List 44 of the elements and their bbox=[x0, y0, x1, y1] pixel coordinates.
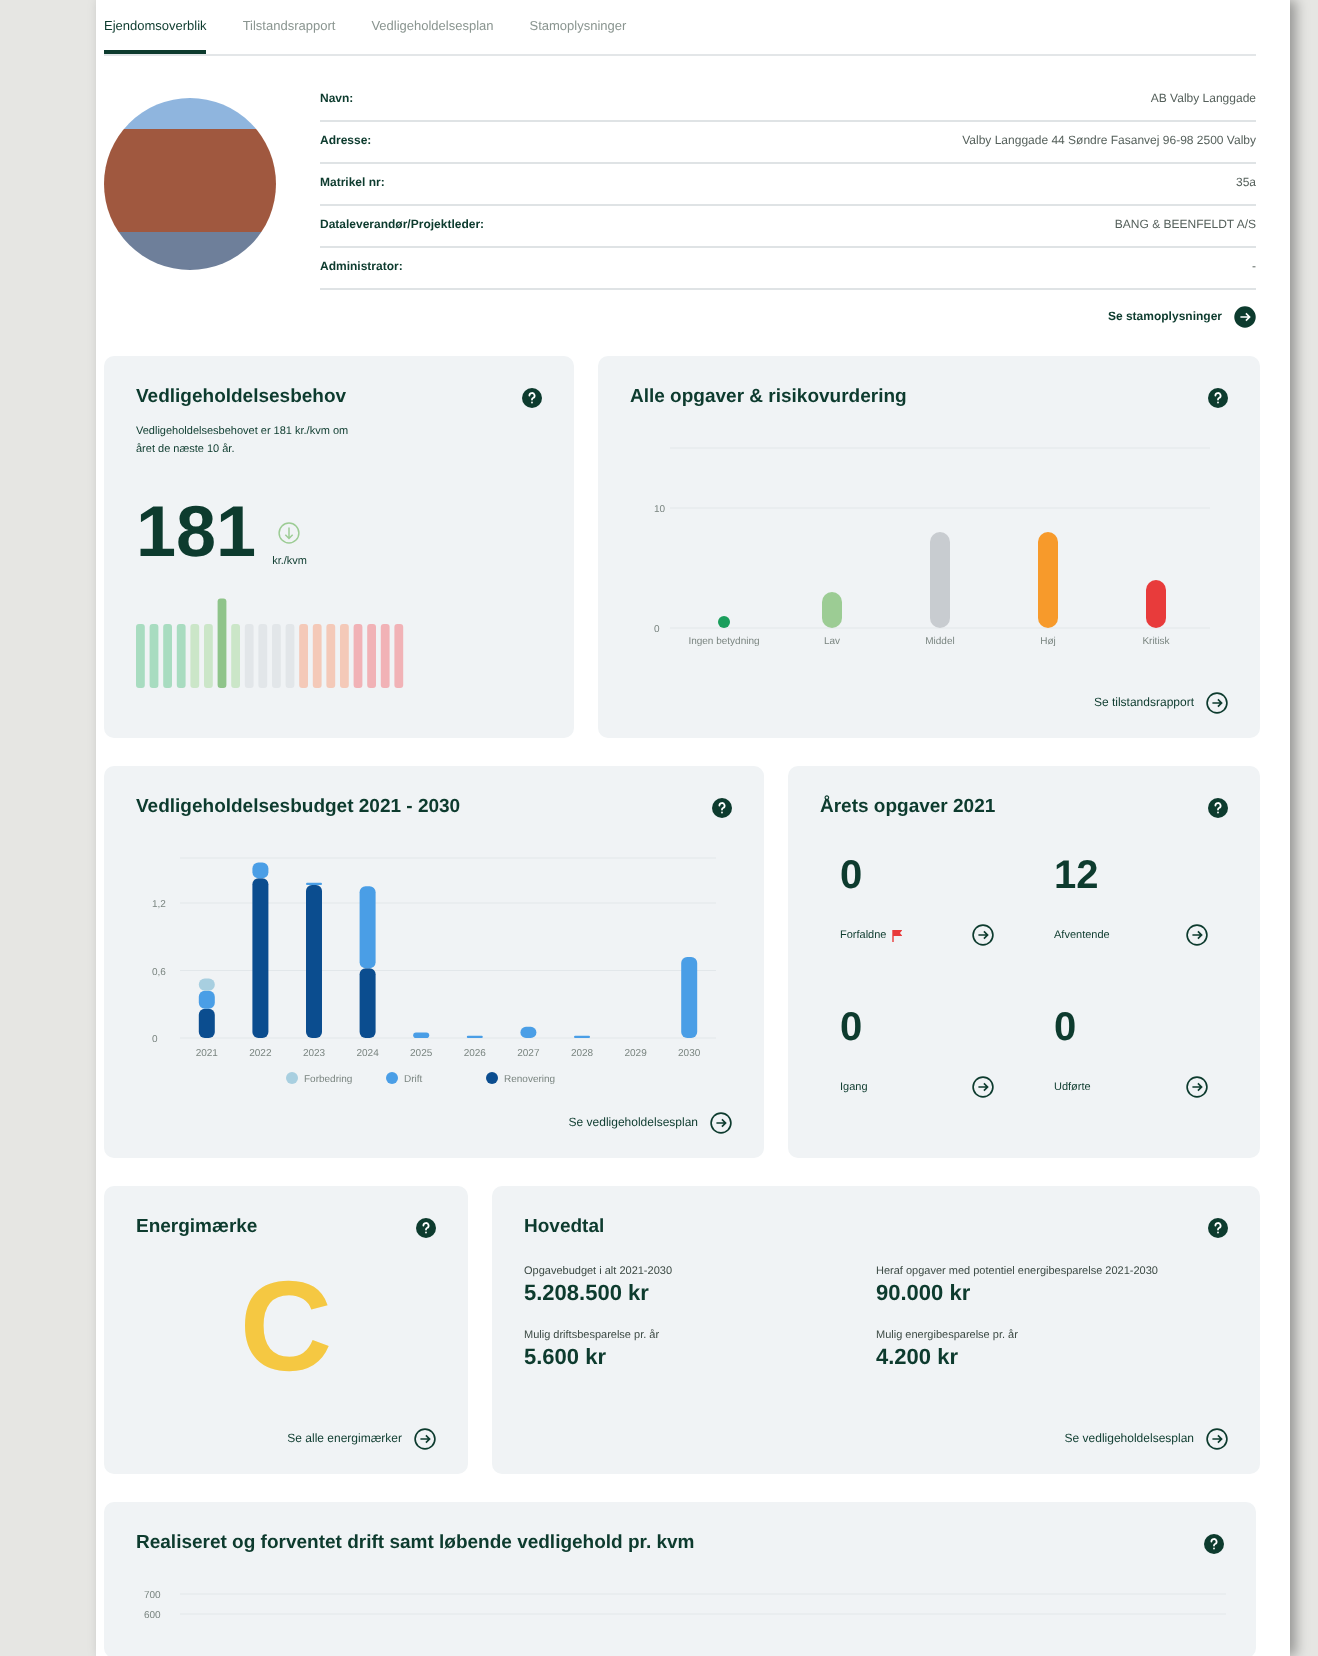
help-icon[interactable] bbox=[1204, 1533, 1224, 1553]
help-icon[interactable] bbox=[522, 387, 542, 407]
bar-segment bbox=[681, 957, 698, 1038]
card-title: Vedligeholdelsesbehov bbox=[136, 386, 347, 408]
arrow-down-icon bbox=[278, 521, 301, 544]
bar bbox=[1038, 532, 1058, 628]
task-count: 12 bbox=[1054, 854, 1101, 900]
energy-grade: C bbox=[237, 1262, 335, 1390]
help-icon[interactable] bbox=[712, 797, 732, 817]
help-icon[interactable] bbox=[1208, 797, 1228, 817]
card-title: Vedligeholdelsesbudget 2021 - 2030 bbox=[136, 796, 461, 818]
arrow-right-icon[interactable] bbox=[1234, 306, 1256, 328]
card-title: Årets opgaver 2021 bbox=[820, 796, 996, 818]
bar bbox=[1146, 580, 1166, 628]
task-count: 0 bbox=[840, 854, 865, 900]
arrow-right-icon[interactable] bbox=[1206, 1428, 1228, 1450]
bar bbox=[930, 532, 950, 628]
big-number: 181 bbox=[136, 495, 257, 568]
card-title: Realiseret og forventet drift samt løbende vedligehold pr. kvm bbox=[136, 1532, 695, 1554]
bar bbox=[718, 616, 730, 628]
arrow-right-icon[interactable] bbox=[972, 924, 994, 946]
help-icon[interactable] bbox=[1208, 1217, 1228, 1237]
arrow-right-icon[interactable] bbox=[1206, 692, 1228, 714]
figure-value: 5.600 kr bbox=[524, 1346, 608, 1370]
task-count: 0 bbox=[1054, 1006, 1079, 1052]
arrow-right-icon[interactable] bbox=[1186, 1076, 1208, 1098]
card-title: Alle opgaver & risikovurdering bbox=[630, 386, 907, 408]
bar bbox=[822, 592, 842, 628]
arrow-right-icon[interactable] bbox=[972, 1076, 994, 1098]
card-title: Energimærke bbox=[136, 1216, 258, 1238]
bar-segment bbox=[359, 886, 376, 969]
card-title: Hovedtal bbox=[524, 1216, 605, 1238]
bar-segment bbox=[359, 968, 376, 1038]
bar-segment bbox=[520, 1026, 537, 1038]
arrow-right-icon[interactable] bbox=[710, 1112, 732, 1134]
figure-value: 90.000 kr bbox=[876, 1282, 973, 1306]
arrow-right-icon[interactable] bbox=[414, 1428, 436, 1450]
bar-segment bbox=[413, 1032, 430, 1038]
task-count: 0 bbox=[840, 1006, 865, 1052]
help-icon[interactable] bbox=[1208, 387, 1228, 407]
figure-value: 4.200 kr bbox=[876, 1346, 960, 1370]
help-icon[interactable] bbox=[416, 1217, 436, 1237]
arrow-right-icon[interactable] bbox=[1186, 924, 1208, 946]
figure-value: 5.208.500 kr bbox=[524, 1282, 651, 1306]
